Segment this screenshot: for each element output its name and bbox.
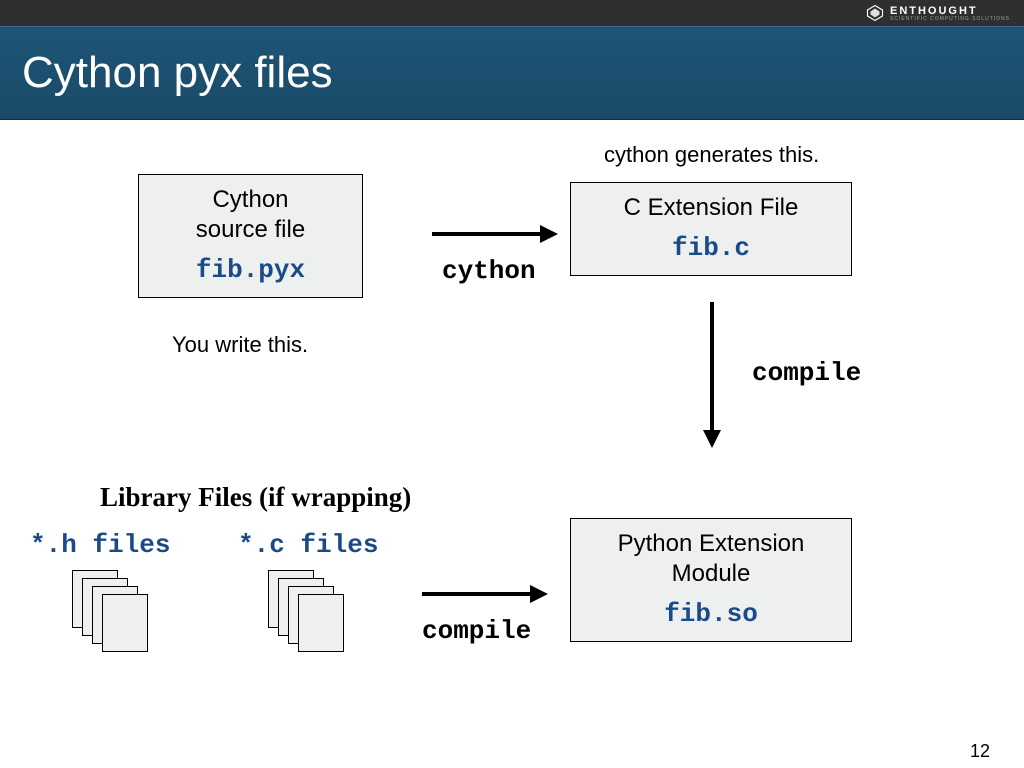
arrow-compile-horizontal	[420, 582, 550, 606]
box-title: Python Extension	[585, 529, 837, 559]
brand-logo: ENTHOUGHT SCIENTIFIC COMPUTING SOLUTIONS	[866, 4, 1010, 22]
library-header: Library Files (if wrapping)	[100, 482, 411, 513]
box-title: Module	[585, 559, 837, 589]
box-c-extension: C Extension File fib.c	[570, 182, 852, 276]
file-stack-h	[72, 570, 152, 650]
box-filename: fib.pyx	[153, 255, 348, 285]
top-bar: ENTHOUGHT SCIENTIFIC COMPUTING SOLUTIONS	[0, 0, 1024, 26]
label-compile-vertical: compile	[752, 358, 861, 388]
library-c-files: *.c files	[238, 530, 378, 560]
arrow-compile-vertical	[700, 300, 724, 450]
diagram-canvas: Cython source file fib.pyx You write thi…	[0, 120, 1024, 768]
box-filename: fib.c	[585, 233, 837, 263]
box-python-extension: Python Extension Module fib.so	[570, 518, 852, 642]
brand-tagline: SCIENTIFIC COMPUTING SOLUTIONS	[890, 17, 1010, 22]
box-title: source file	[153, 215, 348, 245]
box-filename: fib.so	[585, 599, 837, 629]
box-cython-source: Cython source file fib.pyx	[138, 174, 363, 298]
page-number: 12	[970, 741, 990, 762]
label-compile-horizontal: compile	[422, 616, 531, 646]
brand-name: ENTHOUGHT	[890, 5, 1010, 17]
arrow-cython	[430, 222, 560, 246]
title-bar: Cython pyx files	[0, 26, 1024, 120]
slide-title: Cython pyx files	[22, 48, 333, 98]
caption-you-write: You write this.	[172, 332, 308, 358]
enthought-mark-icon	[866, 4, 884, 22]
box-title: Cython	[153, 185, 348, 215]
caption-generates: cython generates this.	[604, 142, 819, 168]
file-stack-c	[268, 570, 348, 650]
library-h-files: *.h files	[30, 530, 170, 560]
box-title: C Extension File	[585, 193, 837, 223]
label-cython: cython	[442, 256, 536, 286]
